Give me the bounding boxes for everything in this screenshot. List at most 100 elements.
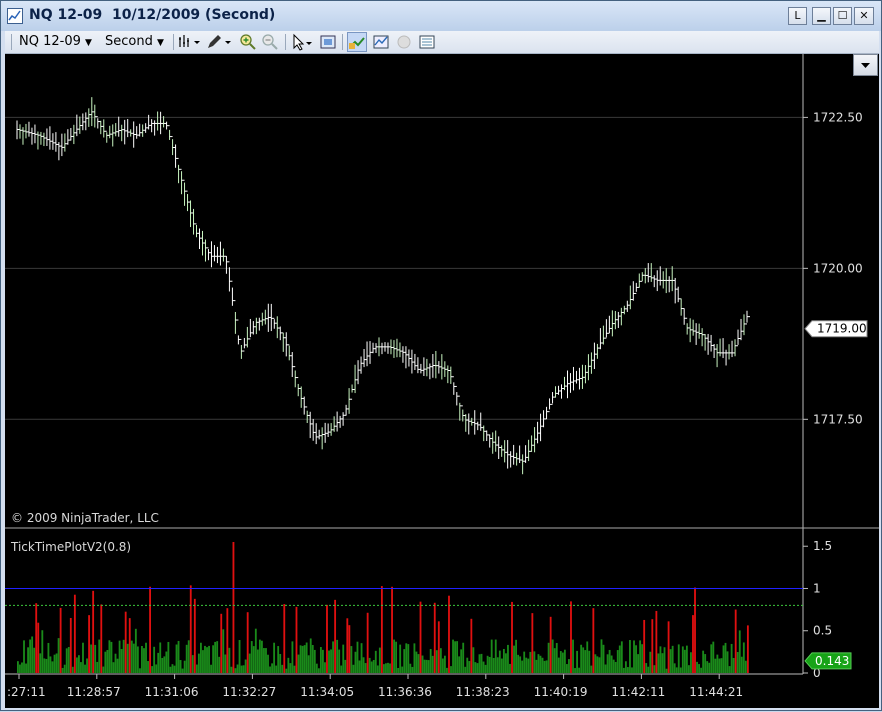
indicator-bar [724,642,727,673]
indicator-bar [476,663,479,673]
indicators-button[interactable] [347,32,367,52]
indicator-bar [155,664,158,673]
indicator-bar [480,653,483,673]
indicator-bar [356,641,359,673]
window-title: NQ 12-09 10/12/2009 (Second) [29,7,276,23]
indicator-bar [600,639,603,673]
indicator-bar [683,649,686,673]
indicator-bar [529,651,532,673]
pointer-icon[interactable] [291,33,317,51]
indicator-bar [336,639,339,673]
indicator-bar [411,666,414,673]
indicator-bar [385,663,387,673]
indicator-bar [742,642,745,673]
strategies-icon[interactable] [372,33,390,51]
indicator-bar [338,649,341,673]
indicator-bar [228,647,231,673]
indicator-bar [537,654,540,673]
interval-selector[interactable]: Second ▼ [105,33,164,51]
indicator-bar [75,657,78,673]
indicator-bar [736,652,739,673]
data-box-icon[interactable] [319,33,337,51]
indicator-bar [41,630,44,673]
time-tick-label: 11:44:21 [689,685,743,699]
indicator-bar [474,662,477,673]
indicator-bar [535,659,538,673]
indicator-bar [86,658,88,673]
time-tick-label: 11:34:05 [300,685,354,699]
chevron-down-icon [861,63,870,68]
indicator-bar [163,656,166,673]
maximize-button[interactable]: ☐ [833,7,852,25]
indicator-bar [326,604,328,673]
indicator-bar [183,660,186,673]
toolbar: NQ 12-09 ▼ Second ▼ [5,31,879,54]
indicator-bar [236,664,239,673]
indicator-bar [568,659,570,673]
indicator-bar [200,642,202,673]
indicator-bar [580,644,583,673]
link-button[interactable]: L [788,7,807,25]
indicator-bar [574,668,576,673]
indicator-bar [157,652,160,673]
indicator-bar [494,639,497,673]
indicator-bar [208,645,210,673]
indicator-bar [507,644,509,673]
indicator-bar [405,643,408,673]
indicator-bar [393,639,395,673]
indicator-bar [681,646,684,673]
indicator-bar [608,649,611,673]
indicator-bar [242,665,245,673]
indicator-bar [492,657,495,673]
indicator-bar [35,603,38,673]
indicator-bar [486,655,489,673]
close-button[interactable]: ✕ [854,7,874,25]
indicator-bar [104,651,107,673]
indicator-bar [277,646,280,673]
indicator-bar [429,649,432,673]
properties-icon[interactable] [418,33,436,51]
indicator-bar [143,648,145,673]
indicator-bar [637,654,639,673]
indicator-bar [261,640,263,673]
indicator-bar [171,664,174,673]
indicator-bar [252,646,255,673]
drawing-tool-icon[interactable] [205,33,233,51]
indicator-bar [311,645,314,673]
indicator-bar [98,639,101,673]
current-price-label: 1719.00 [817,322,867,336]
zoom-in-icon[interactable] [239,33,257,51]
indicator-bar [179,660,182,673]
zoom-out-icon[interactable] [261,33,279,51]
indicator-bar [698,664,700,673]
indicator-bar [145,642,147,673]
chart-panel[interactable]: 1722.50 1720.00 1717.50 1719.00 © 2009 Ninj… [5,54,879,708]
chart-canvas[interactable]: 1722.50 1720.00 1717.50 1719.00 © 2009 Ninj… [5,54,879,708]
indicator-bar [334,599,337,673]
indicator-bar [456,641,459,673]
indicator-bar [397,667,400,673]
chart-menu-button[interactable] [853,54,878,76]
indicator-bar [466,657,469,673]
title-bar: NQ 12-09 10/12/2009 (Second) L ▁ ☐ ✕ [1,1,881,31]
indicator-bar [502,648,505,673]
instrument-selector[interactable]: NQ 12-09 ▼ [19,33,92,51]
indicator-bar [620,641,623,673]
bar-style-icon[interactable] [177,33,203,51]
indicator-bar [372,659,375,673]
indicator-bar [173,665,176,673]
indicator-bar [248,653,251,673]
indicator-bar [189,585,192,673]
indicator-bar [330,649,332,673]
indicator-bar [663,647,666,673]
minimize-button[interactable]: ▁ [812,7,831,25]
indicator-bar [592,608,595,673]
indicator-bar [716,654,719,673]
indicator-bar [374,650,377,673]
indicator-bar [635,645,637,673]
indicator-bar [55,653,58,673]
indicator-bar [161,657,164,673]
indicator-tick-label: 1.5 [813,539,832,553]
indicator-bar [285,668,288,673]
indicator-bar [387,662,389,673]
